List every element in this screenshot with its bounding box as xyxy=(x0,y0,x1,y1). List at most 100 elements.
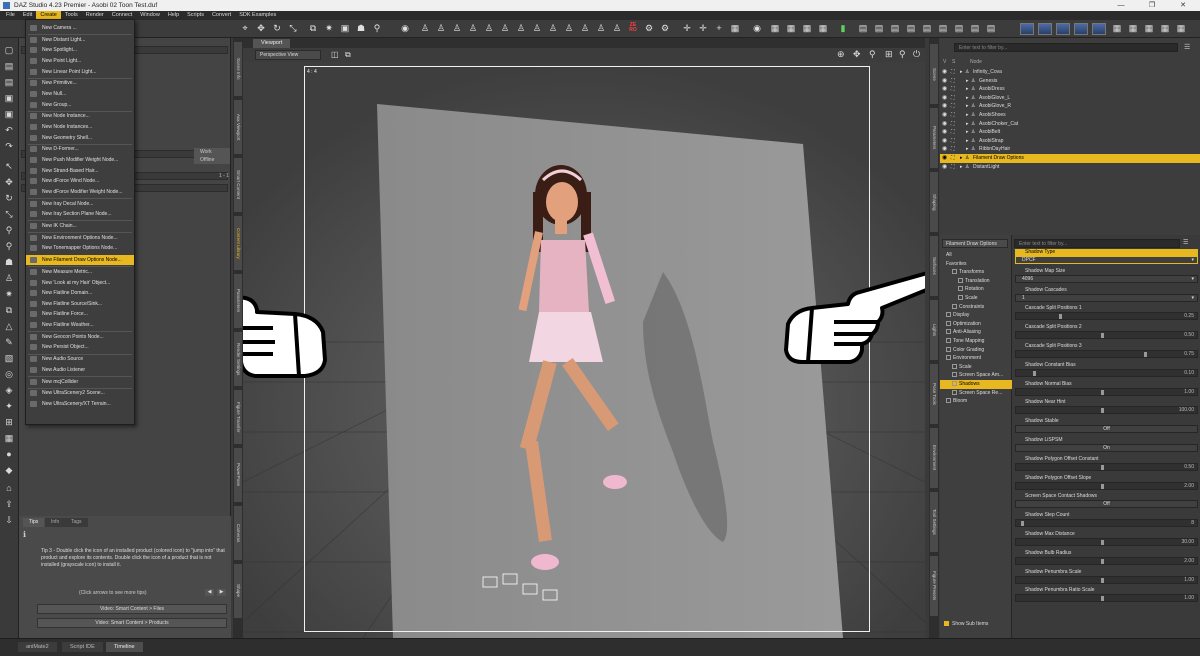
create-menu-item[interactable]: New Environment Options Node... xyxy=(26,233,134,243)
tab-tips[interactable]: Tips xyxy=(23,518,45,527)
move-icon[interactable]: ✥ xyxy=(256,23,266,34)
pointer-icon[interactable]: ↖ xyxy=(3,160,15,172)
plugin-tool-icon[interactable]: ◆ xyxy=(3,464,15,476)
view-icon[interactable]: ▤ xyxy=(858,23,868,34)
export-icon[interactable]: ⇪ xyxy=(3,498,15,510)
tip-prev-icon[interactable]: ◀ xyxy=(205,589,214,596)
zoom-icon[interactable]: ⚲ xyxy=(869,49,876,60)
tab-info[interactable]: Info xyxy=(45,518,66,527)
create-menu-item[interactable]: New dForce Modifier Weight Node... xyxy=(26,187,134,197)
slider-knob[interactable] xyxy=(1101,558,1104,564)
side-tab-aux-viewport[interactable]: Aux Viewport xyxy=(234,100,242,154)
create-menu-item[interactable]: New Persist Object... xyxy=(26,342,134,352)
slider-knob[interactable] xyxy=(1021,521,1025,527)
layout-2-icon[interactable] xyxy=(1038,23,1052,35)
create-menu-item[interactable]: New mcjCollider xyxy=(26,377,134,387)
bulb-icon[interactable]: ◉ xyxy=(400,23,410,34)
node-tool-icon[interactable]: ⚲ xyxy=(3,224,15,236)
create-menu-item[interactable]: New Spotlight... xyxy=(26,45,134,55)
create-menu-item[interactable]: New Geocon Points Node... xyxy=(26,332,134,342)
surface-tool-icon[interactable]: ◎ xyxy=(3,368,15,380)
scene-options-icon[interactable]: ☰ xyxy=(1184,43,1190,51)
layout-4-icon[interactable] xyxy=(1074,23,1088,35)
param-slider[interactable]: 100.00 xyxy=(1015,406,1198,415)
figure9-icon[interactable]: ♙ xyxy=(548,23,558,34)
cross-move2-icon[interactable]: ✛ xyxy=(698,23,708,34)
create-menu-item[interactable]: New IK Chain... xyxy=(26,221,134,231)
side-tab-environment[interactable]: Environment xyxy=(930,428,938,488)
figure6-icon[interactable]: ♙ xyxy=(500,23,510,34)
import-icon[interactable]: ⇩ xyxy=(3,514,15,526)
slider-knob[interactable] xyxy=(1058,314,1062,320)
side-tab-cameras[interactable]: Cameras xyxy=(234,506,242,560)
create-menu-item[interactable]: New Distant Light... xyxy=(26,35,134,45)
home-icon[interactable]: ⌂ xyxy=(3,482,15,494)
camera-icon[interactable]: ⧉ xyxy=(308,23,318,34)
menu-window[interactable]: Window xyxy=(136,11,164,20)
param-slider[interactable]: 0.25 xyxy=(1015,312,1198,321)
figure5-icon[interactable]: ♙ xyxy=(484,23,494,34)
side-tab-figure-presets[interactable]: Figure Presets xyxy=(930,556,938,616)
view8-icon[interactable]: ▤ xyxy=(970,23,980,34)
grid4-icon[interactable]: ▦ xyxy=(802,23,812,34)
render-icon[interactable]: ▣ xyxy=(340,23,350,34)
slider-knob[interactable] xyxy=(1033,370,1036,376)
slider-knob[interactable] xyxy=(1101,408,1104,414)
param-slider[interactable]: 0.10 xyxy=(1015,368,1198,377)
create-menu-item[interactable]: New Primitive... xyxy=(26,78,134,88)
video-smart-content-files-button[interactable]: Video: Smart Content > Files xyxy=(37,604,227,614)
layout-1-icon[interactable] xyxy=(1020,23,1034,35)
bottom-tab-timeline[interactable]: Timeline xyxy=(106,642,143,652)
bottom-tab-animate2[interactable]: aniMate2 xyxy=(18,642,57,652)
create-menu-item[interactable]: New Strand-Based Hair... xyxy=(26,166,134,176)
side-tab-figure-transfer[interactable]: Figure Transfer xyxy=(234,390,242,444)
view2-icon[interactable]: ▤ xyxy=(874,23,884,34)
light-tool-icon[interactable]: ✷ xyxy=(3,288,15,300)
rotate-tool-icon[interactable]: ↻ xyxy=(3,192,15,204)
merge-icon[interactable]: ▤ xyxy=(3,76,15,88)
view5-icon[interactable]: ▤ xyxy=(922,23,932,34)
layout-10-icon[interactable]: ▦ xyxy=(1176,23,1186,34)
param-slider[interactable]: 2.00 xyxy=(1015,556,1198,565)
slider-knob[interactable] xyxy=(1101,333,1104,339)
side-tab-parameters[interactable]: Parameters xyxy=(930,108,938,168)
layout-3-icon[interactable] xyxy=(1056,23,1070,35)
param-slider[interactable]: 0.50 xyxy=(1015,462,1198,471)
param-dropdown[interactable]: 1 ▾ xyxy=(1015,293,1198,302)
side-tab-shaping[interactable]: Shaping xyxy=(930,172,938,232)
undo-icon[interactable]: ↶ xyxy=(3,124,15,136)
create-menu-item[interactable]: New Flatline Force... xyxy=(26,309,134,319)
create-menu-item[interactable]: New Linear Point Light... xyxy=(26,67,134,77)
side-tab-render-settings[interactable]: Render Settings xyxy=(234,332,242,386)
param-slider[interactable]: 1.00 xyxy=(1015,594,1198,603)
side-tab-surfaces[interactable]: Surfaces xyxy=(930,236,938,296)
create-menu-item[interactable]: New Tonemapper Options Node... xyxy=(26,243,134,253)
figure11-icon[interactable]: ♙ xyxy=(580,23,590,34)
create-menu-item[interactable]: New Geometry Shell... xyxy=(26,133,134,143)
view6-icon[interactable]: ▤ xyxy=(938,23,948,34)
eye-icon[interactable]: ◉ xyxy=(752,23,762,34)
meter-icon[interactable]: ▮ xyxy=(838,23,848,34)
create-menu-item[interactable]: New Node Instances... xyxy=(26,122,134,132)
create-menu-item[interactable]: New Iray Decal Node... xyxy=(26,199,134,209)
maximize-button[interactable]: ❐ xyxy=(1137,0,1167,11)
region-tool-icon[interactable]: ▧ xyxy=(3,352,15,364)
create-menu-item[interactable]: New Measure Metric... xyxy=(26,267,134,277)
param-dropdown[interactable]: DPCF ▾ xyxy=(1015,256,1198,264)
param-toggle[interactable]: Off xyxy=(1015,425,1198,434)
view4-icon[interactable]: ▤ xyxy=(906,23,916,34)
create-menu-item[interactable]: New Null... xyxy=(26,89,134,99)
create-menu-item[interactable]: New Flatline Weather... xyxy=(26,320,134,330)
video-smart-content-products-button[interactable]: Video: Smart Content > Products xyxy=(37,618,227,628)
brush-tool-icon[interactable]: ✎ xyxy=(3,336,15,348)
grid5-icon[interactable]: ▦ xyxy=(818,23,828,34)
property-search-input[interactable]: Enter text to filter by... xyxy=(1014,239,1180,248)
side-tab-tool-settings[interactable]: Tool Settings xyxy=(930,492,938,552)
param-slider[interactable]: 1.00 xyxy=(1015,575,1198,584)
slider-knob[interactable] xyxy=(1101,540,1104,545)
frame-icon[interactable]: ⊞ xyxy=(885,49,893,60)
side-tab-parameters[interactable]: Parameters xyxy=(234,274,242,328)
layout-6-icon[interactable]: ▦ xyxy=(1112,23,1122,34)
hair-tool-icon[interactable]: ✦ xyxy=(3,400,15,412)
show-sub-items-checkbox[interactable]: Show Sub Items xyxy=(944,621,988,627)
